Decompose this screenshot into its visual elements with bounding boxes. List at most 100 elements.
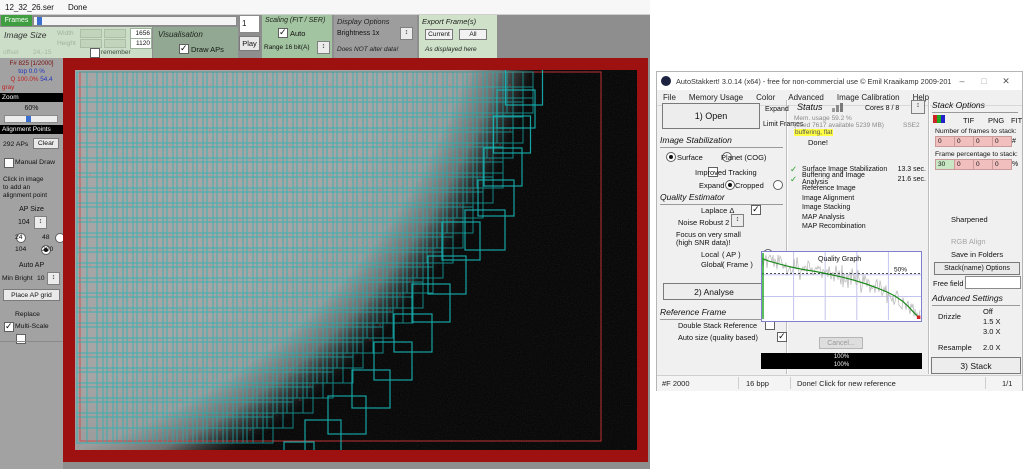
export-current-button[interactable]: Current	[425, 29, 453, 40]
menu-item-image-calibration[interactable]: Image Calibration	[837, 93, 900, 102]
scaling-range-stepper[interactable]: ↕	[317, 41, 330, 54]
status-step: MAP Recombination	[790, 222, 926, 232]
clear-aps-button[interactable]: Clear	[33, 138, 59, 149]
min-bright-value: 10	[37, 275, 45, 282]
zoom-slider-handle[interactable]	[26, 116, 31, 122]
noise-robust-label: Noise Robust 2	[678, 218, 729, 227]
frames-slider-handle[interactable]	[37, 17, 42, 25]
double-stack-label: Double Stack Reference	[678, 321, 757, 330]
stack-value-input[interactable]: 0	[954, 136, 974, 147]
step-label: MAP Recombination	[802, 223, 892, 230]
nframes-label: Number of frames to stack:	[935, 128, 1017, 135]
display-options-title: Display Options	[337, 17, 390, 26]
resample-20-label: 2.0 X	[983, 343, 1001, 352]
scaling-panel: Scaling (FIT / SER) Auto Range 16 bit(A)…	[262, 15, 332, 58]
stack-value-input[interactable]: 30	[935, 159, 955, 170]
progress-1: 100%	[761, 353, 922, 361]
step-time: 13.3 sec.	[892, 166, 926, 173]
main-titlebar[interactable]: 12_32_26.ser Done	[0, 0, 650, 15]
as-titlebar[interactable]: AutoStakkert! 3.0.14 (x64) - free for no…	[657, 72, 1022, 90]
surface-radio[interactable]	[666, 152, 676, 162]
image-size-title: Image Size	[4, 30, 47, 40]
remember-checkbox[interactable]	[90, 48, 100, 58]
status-stepper[interactable]: ↕	[911, 100, 925, 114]
visualisation-title: Visualisation	[158, 30, 203, 39]
stack-value-input[interactable]: 0	[973, 159, 993, 170]
statusbar-page: 1/1	[1002, 379, 1012, 388]
cores-label: Cores 8 / 8	[865, 105, 899, 112]
minimize-button[interactable]: –	[951, 76, 973, 86]
stackname-options-button[interactable]: Stack(name) Options	[934, 262, 1020, 275]
frame-number-input[interactable]: 1	[239, 15, 260, 33]
stack-value-input[interactable]: 0	[992, 159, 1012, 170]
menu-item-advanced[interactable]: Advanced	[788, 93, 824, 102]
statusbar-message[interactable]: Done! Click for new reference	[797, 379, 896, 388]
brightness-label: Brightness 1x	[337, 30, 379, 37]
open-button[interactable]: 1) Open	[662, 103, 760, 129]
draw-aps-checkbox[interactable]	[179, 44, 189, 54]
height-value[interactable]: 1120	[130, 38, 152, 49]
ap-size-stepper[interactable]: ↕	[34, 216, 47, 229]
min-bright-stepper[interactable]: ↕	[47, 272, 60, 285]
offset-value: 24,-15	[33, 49, 51, 56]
moon-image[interactable]	[75, 70, 637, 450]
step-label: Image Alignment	[802, 195, 892, 202]
save-folders-label: Save in Folders	[951, 250, 1003, 259]
expand-radio[interactable]	[725, 180, 735, 190]
expand-label: Expand	[699, 181, 724, 190]
export-all-button[interactable]: All	[459, 29, 487, 40]
export-frames-panel: Export Frame(s) Current All As displayed…	[419, 15, 497, 58]
multi-scale-label: Multi-Scale	[15, 323, 49, 330]
menu-item-memory-usage[interactable]: Memory Usage	[689, 93, 743, 102]
step-label: MAP Analysis	[802, 214, 892, 221]
scaling-auto-checkbox[interactable]	[278, 28, 288, 38]
pct-unit: %	[1012, 161, 1018, 168]
frame-top-pct: top 0.0 %	[0, 68, 63, 75]
manual-draw-label: Manual Draw	[15, 159, 55, 166]
play-button[interactable]: Play	[239, 36, 260, 51]
image-size-panel: Image Size Width 1656 Height 1120 offset…	[0, 27, 152, 58]
maximize-button[interactable]: □	[973, 76, 995, 86]
analyse-button[interactable]: 2) Analyse	[663, 283, 765, 300]
cancel-button[interactable]: Cancel...	[819, 337, 863, 349]
advanced-settings-header: Advanced Settings	[932, 293, 1020, 306]
image-stabilization-header: Image Stabilization	[660, 135, 783, 148]
replace-checkbox[interactable]	[4, 322, 14, 332]
stack-value-input[interactable]: 0	[954, 159, 974, 170]
auto-size-checkbox[interactable]	[777, 332, 787, 342]
frame-colormode: gray	[2, 84, 14, 91]
ap-size-title: AP Size	[0, 206, 63, 213]
menu-item-color[interactable]: Color	[756, 93, 775, 102]
place-ap-grid-button[interactable]: Place AP grid	[3, 289, 60, 301]
brightness-stepper[interactable]: ↕	[400, 27, 413, 40]
svg-text:Quality Graph: Quality Graph	[818, 256, 861, 263]
focus-note-2: (high SNR data)!	[676, 238, 730, 247]
expand-option[interactable]: Expand	[765, 106, 789, 113]
png-label: PNG	[988, 116, 1004, 125]
status-header: Status	[797, 102, 823, 112]
noise-robust-stepper[interactable]: ↕	[731, 214, 744, 227]
frames-slider[interactable]	[33, 16, 237, 26]
statusbar-sep-3	[985, 377, 986, 389]
image-view[interactable]	[63, 58, 648, 462]
stack-value-input[interactable]: 0	[992, 136, 1012, 147]
cropped-radio[interactable]	[773, 180, 783, 190]
ap-size-104-label: 104	[15, 246, 26, 253]
offset-label: offset	[3, 49, 19, 56]
free-field-input[interactable]	[965, 276, 1021, 289]
menu-item-file[interactable]: File	[663, 93, 676, 102]
close-button[interactable]: ✕	[995, 76, 1017, 87]
multi-scale-checkbox[interactable]	[16, 334, 26, 344]
zoom-slider[interactable]	[4, 115, 58, 123]
stack-value-input[interactable]: 0	[973, 136, 993, 147]
manual-draw-checkbox[interactable]	[4, 158, 14, 168]
drizzle-15-label: 1.5 X	[983, 317, 1001, 326]
status-step: Reference Image	[790, 184, 926, 194]
width-box-1	[80, 29, 102, 38]
laplace-checkbox[interactable]	[751, 205, 761, 215]
as-statusbar: #F 2000 16 bpp Done! Click for new refer…	[657, 375, 1022, 391]
stack-button[interactable]: 3) Stack	[931, 357, 1021, 374]
stack-value-input[interactable]: 0	[935, 136, 955, 147]
display-options-panel: Display Options Brightness 1x ↕ Does NOT…	[334, 15, 417, 58]
export-frames-title: Export Frame(s)	[422, 17, 476, 26]
